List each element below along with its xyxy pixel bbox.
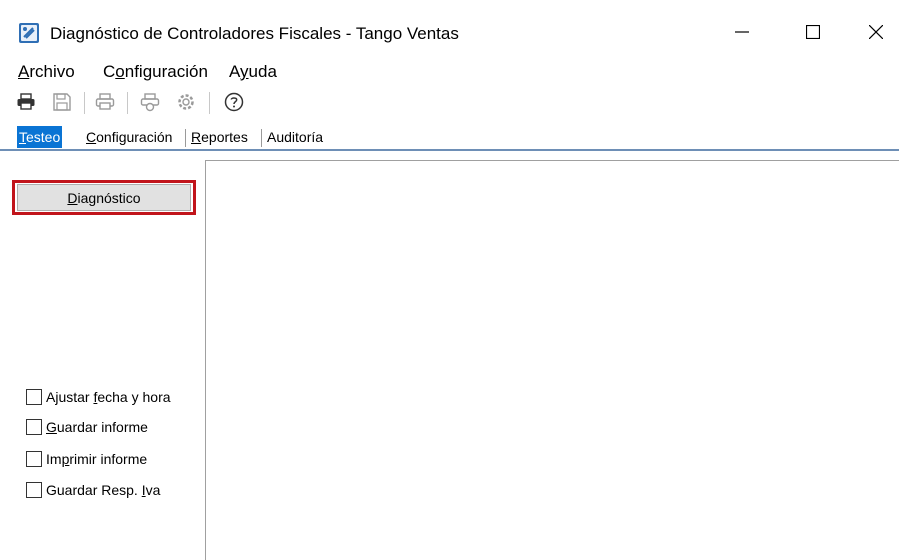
checkbox-label-rest: va	[145, 482, 161, 498]
menu-configuracion[interactable]: Configuración	[103, 62, 208, 82]
print-button[interactable]	[14, 90, 38, 114]
save-button[interactable]	[50, 90, 74, 114]
diagnose-button-accel: D	[67, 189, 78, 206]
checkbox-ajustar-fecha-hora[interactable]: Ajustar fecha y hora	[26, 386, 171, 408]
tab-configuracion-label: onfiguración	[96, 129, 173, 145]
checkbox-guardar-informe[interactable]: Guardar informe	[26, 416, 148, 438]
menu-archivo-label: rchivo	[29, 62, 75, 81]
minimize-button[interactable]	[719, 12, 765, 52]
menu-ayuda-label: uda	[248, 62, 277, 81]
checkbox-box[interactable]	[26, 482, 42, 498]
checkbox-label: Guardar informe	[46, 419, 148, 435]
checkbox-guardar-resp-iva[interactable]: Guardar Resp. Iva	[26, 479, 160, 501]
menu-configuracion-pre: C	[103, 62, 116, 81]
printer-settings-button[interactable]	[138, 90, 162, 114]
toolbar	[0, 86, 899, 118]
checkbox-imprimir-informe[interactable]: Imprimir informe	[26, 448, 147, 470]
tab-separator	[185, 129, 186, 147]
menu-bar: Archivo Configuración Ayuda	[0, 58, 899, 86]
close-button[interactable]	[853, 12, 899, 52]
tab-strip: Testeo Configuración Reportes Auditoría	[0, 124, 899, 150]
print-preview-icon	[95, 93, 115, 110]
checkbox-box[interactable]	[26, 451, 42, 467]
tab-testeo-label: esteo	[26, 129, 61, 145]
checkbox-label-rest: uardar informe	[56, 419, 148, 435]
toolbar-separator	[127, 92, 128, 114]
settings-button[interactable]	[174, 90, 198, 114]
tab-configuracion-accel: C	[86, 129, 97, 145]
tab-testeo-accel: T	[19, 129, 26, 145]
help-icon	[224, 92, 244, 112]
checkbox-label-pre: Im	[46, 451, 62, 467]
print-preview-button[interactable]	[93, 90, 117, 114]
checkbox-label-rest: rimir informe	[69, 451, 148, 467]
window-title: Diagnóstico de Controladores Fiscales - …	[50, 24, 459, 43]
diagnostic-output-area[interactable]	[205, 160, 899, 560]
checkbox-label: Guardar Resp. Iva	[46, 482, 160, 498]
close-icon	[869, 25, 883, 39]
maximize-button[interactable]	[790, 12, 836, 52]
checkbox-label: Imprimir informe	[46, 451, 147, 467]
help-button[interactable]	[222, 90, 246, 114]
toolbar-separator	[84, 92, 85, 114]
printer-settings-icon	[140, 93, 160, 112]
checkbox-label-accel: G	[46, 419, 57, 435]
checkbox-label-rest: echa y hora	[97, 389, 171, 405]
tab-auditoria[interactable]: Auditoría	[265, 126, 325, 148]
diagnose-button[interactable]: Diagnóstico	[17, 184, 191, 211]
menu-ayuda[interactable]: Ayuda	[229, 62, 277, 82]
checkbox-label: Ajustar fecha y hora	[46, 389, 171, 405]
checkbox-box[interactable]	[26, 419, 42, 435]
toolbar-separator	[209, 92, 210, 114]
menu-ayuda-pre: A	[229, 62, 241, 81]
menu-ayuda-accel: y	[240, 62, 249, 81]
tab-reportes[interactable]: Reportes	[189, 126, 250, 148]
app-icon	[19, 23, 39, 43]
print-icon	[17, 93, 35, 110]
title-bar: Diagnóstico de Controladores Fiscales - …	[0, 0, 899, 58]
tab-testeo[interactable]: Testeo	[17, 126, 63, 148]
tab-reportes-accel: R	[191, 129, 202, 145]
checkbox-label-pre: Ajustar	[46, 389, 94, 405]
tab-configuracion[interactable]: Configuración	[84, 126, 174, 148]
menu-archivo[interactable]: Archivo	[18, 62, 75, 82]
tab-separator	[261, 129, 262, 147]
menu-configuracion-accel: o	[115, 62, 125, 81]
settings-icon	[178, 94, 194, 110]
menu-configuracion-label: nfiguración	[124, 62, 208, 81]
maximize-icon	[806, 25, 820, 39]
minimize-icon	[735, 31, 749, 33]
tab-reportes-label: eportes	[201, 129, 248, 145]
diagnose-button-label: iagnóstico	[77, 189, 141, 206]
menu-archivo-accel: A	[18, 62, 30, 81]
checkbox-box[interactable]	[26, 389, 42, 405]
save-icon	[53, 93, 71, 111]
checkbox-label-pre: Guardar Resp.	[46, 482, 142, 498]
